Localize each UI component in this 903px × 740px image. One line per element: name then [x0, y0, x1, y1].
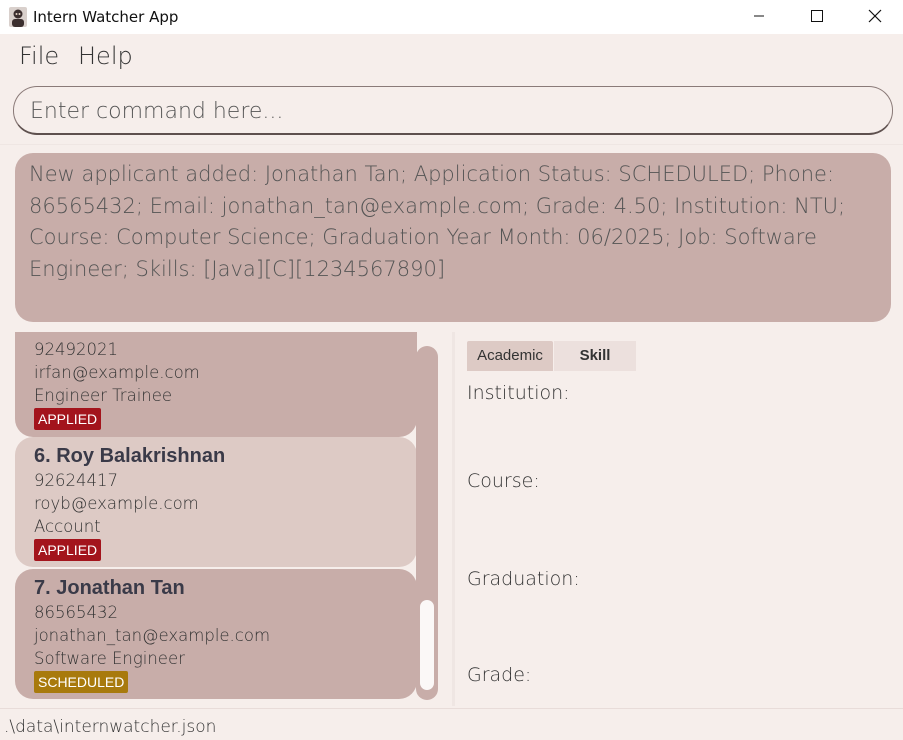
data-file-path: .\data\internwatcher.json — [4, 717, 217, 737]
applicant-phone: 92492021 — [34, 340, 118, 359]
status-badge: APPLIED — [34, 408, 102, 430]
title-bar: Intern Watcher App — [0, 0, 903, 34]
menu-file[interactable]: File — [19, 42, 59, 70]
close-icon — [868, 9, 882, 23]
applicant-list: 92492021 irfan@example.com Engineer Trai… — [0, 332, 452, 706]
app-person-icon — [9, 7, 27, 27]
result-message: New applicant added: Jonathan Tan; Appli… — [29, 162, 846, 281]
status-badge: SCHEDULED — [34, 671, 129, 693]
tab-academic[interactable]: Academic — [467, 341, 553, 371]
command-input[interactable] — [30, 96, 870, 126]
list-scrollbar[interactable] — [416, 346, 438, 700]
scrollbar-thumb[interactable] — [420, 600, 434, 690]
applicant-card[interactable]: 7. Jonathan Tan 86565432 jonathan_tan@ex… — [15, 569, 417, 699]
applicant-email: jonathan_tan@example.com — [34, 626, 271, 645]
maximize-button[interactable] — [794, 0, 840, 32]
window-title: Intern Watcher App — [33, 8, 179, 26]
result-panel: New applicant added: Jonathan Tan; Appli… — [0, 144, 903, 330]
applicant-email: royb@example.com — [34, 494, 199, 513]
menu-bar: File Help — [0, 34, 903, 80]
applicant-card[interactable]: 92492021 irfan@example.com Engineer Trai… — [15, 332, 417, 437]
applicant-name: 6. Roy Balakrishnan — [34, 445, 226, 467]
menu-help[interactable]: Help — [78, 42, 133, 70]
graduation-label: Graduation: — [467, 568, 580, 590]
grade-label: Grade: — [467, 664, 532, 686]
institution-label: Institution: — [467, 382, 570, 404]
applicant-phone: 86565432 — [34, 603, 118, 622]
applicant-email: irfan@example.com — [34, 363, 200, 382]
maximize-icon — [811, 10, 823, 22]
detail-panel: Academic Skill Institution: Course: Grad… — [455, 332, 903, 706]
course-label: Course: — [467, 470, 540, 492]
applicant-job: Account — [34, 517, 101, 536]
result-display: New applicant added: Jonathan Tan; Appli… — [15, 153, 891, 322]
tab-skill[interactable]: Skill — [554, 341, 636, 371]
status-bar: .\data\internwatcher.json — [0, 708, 903, 740]
applicant-card[interactable]: 6. Roy Balakrishnan 92624417 royb@exampl… — [15, 437, 417, 567]
minimize-icon — [754, 15, 764, 17]
status-badge: APPLIED — [34, 539, 102, 561]
applicant-phone: 92624417 — [34, 471, 118, 490]
applicant-name: 7. Jonathan Tan — [34, 577, 185, 599]
command-box — [13, 86, 893, 135]
close-button[interactable] — [852, 0, 898, 32]
applicant-job: Engineer Trainee — [34, 386, 173, 405]
minimize-button[interactable] — [736, 0, 782, 32]
applicant-job: Software Engineer — [34, 649, 185, 668]
